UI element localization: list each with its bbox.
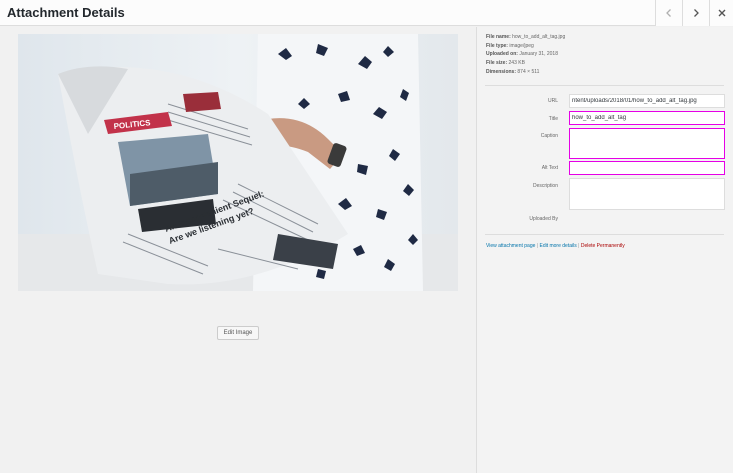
file-name-label: File name: — [486, 34, 511, 40]
title-label: Title — [548, 116, 558, 122]
image-panel: POLITICS An Inconvenient Sequel: Are we … — [0, 27, 476, 473]
url-field[interactable] — [569, 94, 725, 108]
view-attachment-page-link[interactable]: View attachment page — [486, 243, 535, 249]
dimensions: 874 × 511 — [517, 68, 540, 75]
details-panel: File name: how_to_add_alt_tag.jpg File t… — [476, 27, 733, 473]
uploaded-on-label: Uploaded on: — [486, 51, 518, 58]
edit-image-button[interactable]: Edit Image — [217, 326, 259, 340]
next-button[interactable] — [682, 0, 709, 26]
edit-more-details-link[interactable]: Edit more details — [539, 243, 576, 249]
caption-field[interactable] — [569, 128, 725, 159]
divider — [485, 85, 724, 86]
file-details: File name: how_to_add_alt_tag.jpg File t… — [486, 33, 565, 77]
attachment-actions: View attachment page | Edit more details… — [486, 243, 625, 249]
modal-header: Attachment Details — [0, 0, 733, 26]
page-title: Attachment Details — [7, 5, 125, 20]
uploaded-on: January 31, 2018 — [519, 51, 558, 58]
alt-text-field[interactable] — [569, 161, 725, 175]
file-type: image/jpeg — [509, 42, 534, 49]
delete-permanently-link[interactable]: Delete Permanently — [581, 243, 625, 249]
url-label: URL — [547, 98, 558, 104]
previous-button[interactable] — [655, 0, 682, 26]
link-separator: | — [536, 243, 539, 249]
close-button[interactable] — [709, 0, 733, 26]
dimensions-label: Dimensions: — [486, 68, 517, 75]
file-type-label: File type: — [486, 42, 508, 49]
file-size-label: File size: — [486, 60, 508, 67]
description-field[interactable] — [569, 178, 725, 210]
description-label: Description — [532, 183, 558, 189]
link-separator: | — [578, 243, 580, 249]
file-size: 243 KB — [508, 60, 525, 67]
uploaded-by-label: Uploaded By — [529, 216, 558, 222]
attachment-image: POLITICS An Inconvenient Sequel: Are we … — [18, 34, 458, 291]
newspaper-photo: POLITICS An Inconvenient Sequel: Are we … — [18, 34, 458, 291]
chevron-left-icon — [666, 9, 671, 17]
divider — [485, 234, 724, 235]
title-field[interactable] — [569, 111, 725, 125]
chevron-right-icon — [694, 9, 699, 17]
close-icon — [718, 9, 725, 17]
file-name: how_to_add_alt_tag.jpg — [512, 34, 566, 40]
alt-text-label: Alt Text — [541, 165, 558, 171]
caption-label: Caption — [540, 133, 558, 139]
